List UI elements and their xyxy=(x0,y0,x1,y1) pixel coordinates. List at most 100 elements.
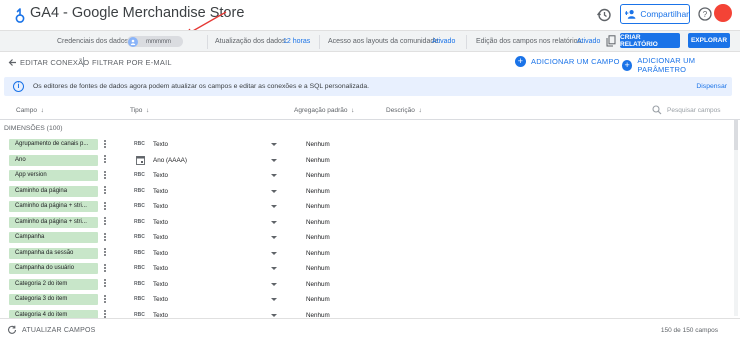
explore-button[interactable]: EXPLORAR xyxy=(688,33,730,48)
dropdown-arrow-icon[interactable] xyxy=(271,282,277,286)
help-icon[interactable]: ? xyxy=(698,7,712,21)
text-type-icon: RBC xyxy=(134,311,145,318)
type-select[interactable]: Texto xyxy=(153,172,168,179)
add-field-button[interactable]: + ADICIONAR UM CAMPO xyxy=(515,56,620,67)
scrollbar[interactable] xyxy=(734,120,738,316)
dismiss-button[interactable]: Dispensar xyxy=(696,83,727,90)
type-select[interactable]: Texto xyxy=(153,234,168,241)
dropdown-arrow-icon[interactable] xyxy=(271,267,277,270)
refresh-value-link[interactable]: 12 horas xyxy=(283,38,310,45)
dropdown-arrow-icon[interactable] xyxy=(271,189,277,193)
more-vert-icon[interactable] xyxy=(103,139,106,150)
dropdown-arrow-icon[interactable] xyxy=(271,236,277,239)
type-select[interactable]: Texto xyxy=(153,250,168,257)
divider xyxy=(466,35,467,49)
field-chip[interactable]: Caminho da página xyxy=(9,185,98,197)
field-chip[interactable]: Agrupamento de canais p... xyxy=(9,139,98,150)
dropdown-arrow-icon[interactable] xyxy=(271,220,277,224)
column-header-aggregation[interactable]: Agregação padrão ↓ xyxy=(294,107,354,114)
column-header-field[interactable]: Campo ↓ xyxy=(16,107,44,114)
toolbar: EDITAR CONEXÃO FILTRAR POR E-MAIL + ADIC… xyxy=(0,52,740,74)
more-vert-icon[interactable] xyxy=(103,217,106,228)
dropdown-arrow-icon[interactable] xyxy=(271,174,277,177)
column-header-description[interactable]: Descrição ↓ xyxy=(386,107,422,114)
add-field-label: ADICIONAR UM CAMPO xyxy=(531,57,620,66)
field-chip[interactable]: Categoria 2 do item xyxy=(9,278,98,290)
field-chip[interactable]: Campanha do usuário xyxy=(9,263,98,274)
type-select[interactable]: Texto xyxy=(153,188,168,195)
avatar[interactable] xyxy=(714,4,732,22)
search-icon[interactable] xyxy=(652,105,662,115)
field-chip[interactable]: Ano xyxy=(9,154,98,166)
field-chip[interactable]: Categoria 3 do item xyxy=(9,294,98,305)
aggregation-value[interactable]: Nenhum xyxy=(306,157,330,164)
credentials-value: mmmmm xyxy=(146,38,171,45)
aggregation-value[interactable]: Nenhum xyxy=(306,265,330,272)
field-chip[interactable]: Caminho da página + stri... xyxy=(9,201,98,212)
table-row: Agrupamento de canais p... RBC Texto Nen… xyxy=(0,137,740,153)
type-select[interactable]: Texto xyxy=(153,203,168,210)
info-banner: i Os editores de fontes de dados agora p… xyxy=(4,77,732,96)
type-select[interactable]: Texto xyxy=(153,296,168,303)
field-chip[interactable]: Campanha xyxy=(9,232,98,243)
edit-fields-label: Edição dos campos nos relatórios: xyxy=(476,38,583,45)
more-vert-icon[interactable] xyxy=(103,248,106,259)
copy-icon[interactable] xyxy=(606,35,616,47)
aggregation-value[interactable]: Nenhum xyxy=(306,296,330,303)
edit-connection-button[interactable]: EDITAR CONEXÃO xyxy=(20,58,89,67)
type-select[interactable]: Ano (AAAA) xyxy=(153,157,187,164)
edit-fields-value-link[interactable]: Ativado xyxy=(577,38,600,45)
type-select[interactable]: Texto xyxy=(153,265,168,272)
more-vert-icon[interactable] xyxy=(103,186,106,197)
field-chip[interactable]: Caminho da página + stri... xyxy=(9,216,98,228)
more-vert-icon[interactable] xyxy=(103,201,106,212)
scrollbar-thumb[interactable] xyxy=(734,120,738,150)
more-vert-icon[interactable] xyxy=(103,279,106,290)
more-vert-icon[interactable] xyxy=(103,155,106,166)
type-select[interactable]: Texto xyxy=(153,141,168,148)
aggregation-value[interactable]: Nenhum xyxy=(306,219,330,226)
community-value-link[interactable]: Ativado xyxy=(432,38,455,45)
credentials-chip[interactable]: mmmmm xyxy=(127,36,183,47)
more-vert-icon[interactable] xyxy=(103,263,106,274)
more-vert-icon[interactable] xyxy=(103,232,106,243)
history-icon[interactable] xyxy=(596,7,612,23)
field-chip[interactable]: App version xyxy=(9,170,98,181)
dropdown-arrow-icon[interactable] xyxy=(271,205,277,208)
table-header: Campo ↓ Tipo ↓ Agregação padrão ↓ Descri… xyxy=(0,104,740,118)
filter-email-button[interactable]: FILTRAR POR E-MAIL xyxy=(92,58,172,67)
more-vert-icon[interactable] xyxy=(103,170,106,181)
dropdown-arrow-icon[interactable] xyxy=(271,298,277,301)
back-arrow-icon[interactable] xyxy=(8,58,17,67)
dropdown-arrow-icon[interactable] xyxy=(271,313,277,317)
table-row: Categoria 3 do item RBC Texto Nenhum xyxy=(0,292,740,308)
column-header-type[interactable]: Tipo ↓ xyxy=(130,107,149,114)
share-button[interactable]: Compartilhar xyxy=(620,4,690,24)
info-icon: i xyxy=(13,81,24,92)
dropdown-arrow-icon[interactable] xyxy=(271,143,277,146)
aggregation-value[interactable]: Nenhum xyxy=(306,281,330,288)
aggregation-value[interactable]: Nenhum xyxy=(306,234,330,241)
aggregation-value[interactable]: Nenhum xyxy=(306,188,330,195)
aggregation-value[interactable]: Nenhum xyxy=(306,203,330,210)
table-row: Caminho da página + stri... RBC Texto Ne… xyxy=(0,199,740,215)
text-type-icon: RBC xyxy=(134,265,145,271)
section-title: DIMENSÕES (100) xyxy=(4,125,63,132)
type-select[interactable]: Texto xyxy=(153,219,168,226)
aggregation-value[interactable]: Nenhum xyxy=(306,172,330,179)
field-chip[interactable]: Campanha da sessão xyxy=(9,247,98,259)
search-fields-input[interactable]: Pesquisar campos xyxy=(667,107,720,114)
aggregation-value[interactable]: Nenhum xyxy=(306,141,330,148)
type-select[interactable]: Texto xyxy=(153,281,168,288)
refresh-fields-button[interactable]: ATUALIZAR CAMPOS xyxy=(22,327,95,334)
refresh-icon[interactable] xyxy=(7,325,17,335)
text-type-icon: RBC xyxy=(134,296,145,302)
aggregation-value[interactable]: Nenhum xyxy=(306,250,330,257)
dropdown-arrow-icon[interactable] xyxy=(271,251,277,255)
text-type-icon: RBC xyxy=(134,172,145,178)
create-report-button[interactable]: CRIAR RELATÓRIO xyxy=(620,33,680,48)
dropdown-arrow-icon[interactable] xyxy=(271,158,277,162)
svg-text:?: ? xyxy=(703,10,708,19)
add-parameter-button[interactable]: + ADICIONAR UM PARÂMETRO xyxy=(622,56,740,74)
more-vert-icon[interactable] xyxy=(103,294,106,305)
